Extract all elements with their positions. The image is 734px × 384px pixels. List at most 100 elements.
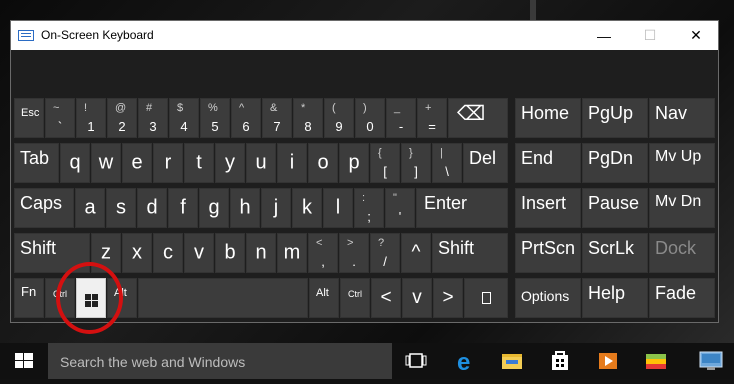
key-k[interactable]: k: [292, 188, 322, 228]
highlight-circle: [56, 262, 123, 334]
key-f[interactable]: f: [168, 188, 198, 228]
key-semicolon[interactable]: :;: [354, 188, 384, 228]
key-label: g: [208, 196, 220, 219]
bluestacks-icon[interactable]: [632, 343, 680, 379]
key-r[interactable]: r: [153, 143, 183, 183]
key-down-arrow[interactable]: v: [402, 278, 432, 318]
key-label: Options: [521, 288, 570, 304]
store-icon[interactable]: [536, 343, 584, 379]
key-up-arrow[interactable]: ^: [401, 233, 431, 273]
key-n[interactable]: n: [246, 233, 276, 273]
close-button[interactable]: ✕: [673, 21, 719, 50]
key-l[interactable]: l: [323, 188, 353, 228]
key-q[interactable]: q: [60, 143, 90, 183]
key-period[interactable]: >.: [339, 233, 369, 273]
key-options[interactable]: Options: [515, 278, 581, 318]
key-ctrl-right[interactable]: Ctrl: [340, 278, 370, 318]
key-shift-label: (: [332, 102, 336, 114]
media-player-icon[interactable]: [584, 343, 632, 379]
key-fade[interactable]: Fade: [649, 278, 715, 318]
key-mv-dn[interactable]: Mv Dn: [649, 188, 715, 228]
key-o[interactable]: o: [308, 143, 338, 183]
minimize-button[interactable]: —: [581, 21, 627, 50]
key-label: j: [273, 196, 279, 219]
key-w[interactable]: w: [91, 143, 121, 183]
search-box[interactable]: Search the web and Windows: [48, 343, 392, 379]
key-4[interactable]: $4: [169, 98, 199, 138]
key-help[interactable]: Help: [582, 278, 648, 318]
key-b[interactable]: b: [215, 233, 245, 273]
key-u[interactable]: u: [246, 143, 276, 183]
key-y[interactable]: y: [215, 143, 245, 183]
key-m[interactable]: m: [277, 233, 307, 273]
key-fn[interactable]: Fn: [14, 278, 44, 318]
key-alt-right[interactable]: Alt: [309, 278, 339, 318]
key-shift-right[interactable]: Shift: [432, 233, 508, 273]
key-9[interactable]: (9: [324, 98, 354, 138]
key-7[interactable]: & 7: [262, 98, 292, 138]
key-g[interactable]: g: [199, 188, 229, 228]
key-equals[interactable]: + =: [417, 98, 447, 138]
key-enter[interactable]: Enter: [416, 188, 508, 228]
key-e[interactable]: e: [122, 143, 152, 183]
key-6[interactable]: ^ 6: [231, 98, 261, 138]
key-dock[interactable]: Dock: [649, 233, 715, 273]
key-h[interactable]: h: [230, 188, 260, 228]
key-x[interactable]: x: [122, 233, 152, 273]
key-0[interactable]: ) 0: [355, 98, 385, 138]
key-d[interactable]: d: [137, 188, 167, 228]
maximize-button[interactable]: ☐: [627, 21, 673, 50]
key-space[interactable]: [138, 278, 308, 318]
key-prtscn[interactable]: PrtScn: [515, 233, 581, 273]
key-menu[interactable]: [464, 278, 508, 318]
key-nav[interactable]: Nav: [649, 98, 715, 138]
key-j[interactable]: j: [261, 188, 291, 228]
key-t[interactable]: t: [184, 143, 214, 183]
key-1[interactable]: ! 1: [76, 98, 106, 138]
key-c[interactable]: c: [153, 233, 183, 273]
key-p[interactable]: p: [339, 143, 369, 183]
key-esc[interactable]: Esc: [14, 98, 44, 138]
key-label: Alt: [316, 287, 329, 299]
key-caps[interactable]: Caps: [14, 188, 74, 228]
key-tab[interactable]: Tab: [14, 143, 59, 183]
key-backspace[interactable]: ⌫: [448, 98, 508, 138]
key-label: a: [84, 196, 96, 219]
title-bar[interactable]: On-Screen Keyboard — ☐ ✕: [11, 21, 718, 50]
key-insert[interactable]: Insert: [515, 188, 581, 228]
key-pgdn[interactable]: PgDn: [582, 143, 648, 183]
key-mv-up[interactable]: Mv Up: [649, 143, 715, 183]
key-pgup[interactable]: PgUp: [582, 98, 648, 138]
key-slash[interactable]: ? /: [370, 233, 400, 273]
key-a[interactable]: a: [75, 188, 105, 228]
key-tilde[interactable]: ~ `: [45, 98, 75, 138]
key-label: =: [428, 119, 436, 134]
key-right-bracket[interactable]: }]: [401, 143, 431, 183]
edge-icon[interactable]: e: [440, 343, 488, 379]
key-3[interactable]: #3: [138, 98, 168, 138]
key-minus[interactable]: _ -: [386, 98, 416, 138]
task-view-icon[interactable]: [392, 343, 440, 379]
network-icon[interactable]: [686, 343, 734, 379]
key-end[interactable]: End: [515, 143, 581, 183]
key-5[interactable]: % 5: [200, 98, 230, 138]
key-2[interactable]: @2: [107, 98, 137, 138]
key-home[interactable]: Home: [515, 98, 581, 138]
file-explorer-icon[interactable]: [488, 343, 536, 379]
key-s[interactable]: s: [106, 188, 136, 228]
key-label: s: [116, 196, 126, 219]
key-backslash[interactable]: | \: [432, 143, 462, 183]
key-left-bracket[interactable]: {[: [370, 143, 400, 183]
key-scrlk[interactable]: ScrLk: [582, 233, 648, 273]
key-comma[interactable]: <,: [308, 233, 338, 273]
key-v[interactable]: v: [184, 233, 214, 273]
key-left-arrow[interactable]: <: [371, 278, 401, 318]
key-8[interactable]: * 8: [293, 98, 323, 138]
key-pause[interactable]: Pause: [582, 188, 648, 228]
key-right-arrow[interactable]: >: [433, 278, 463, 318]
key-del[interactable]: Del: [463, 143, 508, 183]
windows-start-icon[interactable]: [0, 343, 48, 379]
key-quote[interactable]: " ': [385, 188, 415, 228]
key-i[interactable]: i: [277, 143, 307, 183]
key-label: e: [131, 151, 143, 174]
